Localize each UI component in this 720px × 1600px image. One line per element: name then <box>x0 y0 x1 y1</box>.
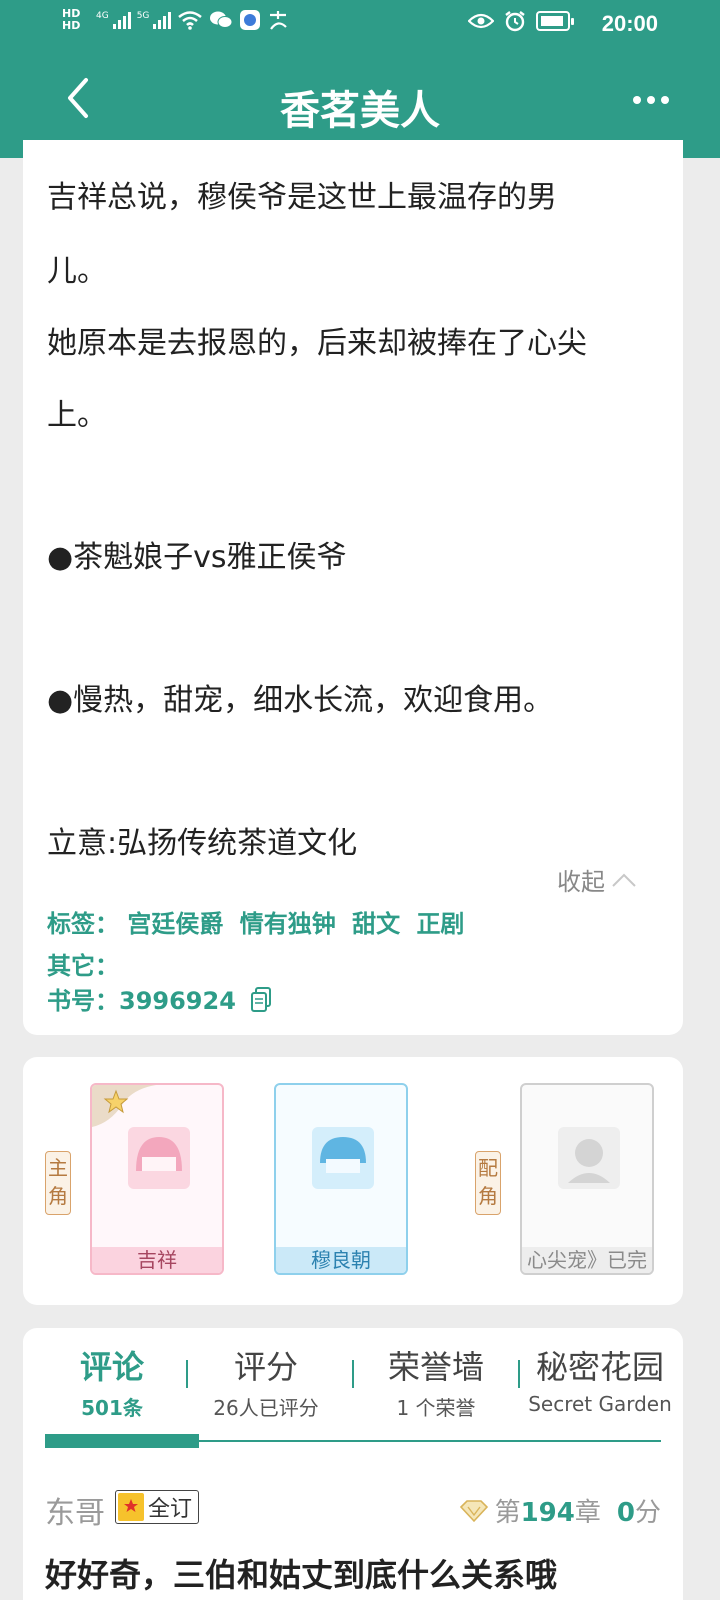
hd-label-2: HD <box>62 19 81 32</box>
book-number-row: 书号：3996924 <box>47 981 272 1016</box>
description-line: ●茶魁娘子vs雅正侯爷 <box>47 540 347 575</box>
score-suffix: 分 <box>634 1498 661 1528</box>
tab-secret-garden[interactable]: 秘密花园 Secret Garden <box>521 1342 679 1416</box>
tab-title: 评论 <box>79 1348 144 1386</box>
eye-icon <box>468 13 494 29</box>
comment-username[interactable]: 东哥 <box>45 1488 105 1532</box>
diamond-icon <box>459 1499 488 1522</box>
alipay-icon <box>270 11 288 30</box>
chevron-up-icon <box>612 873 636 887</box>
signal-icon-2: 5G <box>137 11 172 29</box>
network-type-2: 5G <box>136 11 150 21</box>
hd-indicator: HD HD <box>62 8 90 32</box>
tab-ratings[interactable]: 评分 26人已评分 <box>199 1342 333 1421</box>
comment-score: 0 <box>616 1498 635 1528</box>
character-card-muliangchao[interactable]: 穆良朝 <box>274 1083 408 1275</box>
subscription-badge: 全订 <box>115 1490 200 1524</box>
status-left: HD HD 4G 5G <box>62 8 289 32</box>
tab-subtitle: 26人已评分 <box>213 1396 319 1420</box>
book-number-value: 3996924 <box>119 987 236 1015</box>
bookmark-icon <box>118 1493 144 1521</box>
character-card-jixiang[interactable]: 吉祥 <box>90 1083 224 1275</box>
support-role-label: 配角 <box>475 1151 501 1215</box>
main-role-label: 主角 <box>45 1151 71 1215</box>
star-icon <box>92 1085 156 1127</box>
battery-icon <box>536 11 574 31</box>
collapse-label: 收起 <box>557 868 605 896</box>
character-name: 吉祥 <box>92 1247 222 1273</box>
tags-row: 标签： 宫廷侯爵 情有独钟 甜文 正剧 <box>47 904 472 939</box>
avatar <box>312 1127 374 1189</box>
tab-comments[interactable]: 评论 501条 <box>45 1342 179 1421</box>
chapter-prefix: 第 <box>494 1498 521 1528</box>
clock: 20:00 <box>601 11 658 36</box>
alarm-icon <box>505 11 525 32</box>
tab-subtitle: Secret Garden <box>528 1392 672 1416</box>
character-name: 心尖宠》已完 <box>522 1247 652 1273</box>
description-line: 上。 <box>47 398 107 433</box>
collapse-button[interactable]: 收起 <box>557 862 637 897</box>
app-header: HD HD 4G 5G 20:00 香茗美人 <box>0 0 720 158</box>
character-name: 穆良朝 <box>276 1247 406 1273</box>
avatar <box>128 1127 190 1189</box>
tags-label: 标签： <box>47 910 119 938</box>
tab-separator <box>352 1360 354 1388</box>
avatar <box>558 1127 620 1189</box>
tab-subtitle: 501条 <box>81 1396 143 1420</box>
characters-card: 主角 吉祥 穆良朝 配角 心尖宠》已完 <box>23 1057 683 1305</box>
wechat-icon <box>210 11 233 28</box>
tab-subtitle: 1 个荣誉 <box>396 1396 476 1420</box>
comment-text: 好好奇，三伯和姑丈到底什么关系哦 <box>45 1556 558 1594</box>
tab-title: 评分 <box>233 1348 298 1386</box>
comment-chapter-info: 第194章 0分 <box>459 1492 661 1529</box>
description-line: 立意:弘扬传统茶道文化 <box>47 826 358 861</box>
badge-label: 全订 <box>148 1497 193 1522</box>
wifi-icon <box>178 11 203 30</box>
book-number-label: 书号： <box>47 987 119 1015</box>
character-card-support[interactable]: 心尖宠》已完 <box>520 1083 654 1275</box>
browser-icon <box>240 10 261 30</box>
network-type-1: 4G <box>96 11 109 21</box>
tab-active-indicator <box>45 1434 199 1448</box>
description-line: 吉祥总说，穆侯爷是这世上最温存的男 <box>47 180 557 215</box>
tab-separator <box>518 1360 520 1388</box>
signal-icon-1: 4G <box>96 11 131 29</box>
description-line: 儿。 <box>47 254 107 289</box>
tag-link[interactable]: 甜文 <box>352 910 400 938</box>
more-options-icon[interactable] <box>626 82 676 118</box>
status-bar: HD HD 4G 5G 20:00 <box>0 0 720 50</box>
tab-separator <box>186 1360 188 1388</box>
tag-link[interactable]: 正剧 <box>416 910 464 938</box>
tab-honor-wall[interactable]: 荣誉墙 1 个荣誉 <box>369 1342 503 1421</box>
tab-title: 秘密花园 <box>535 1348 664 1386</box>
other-label: 其它： <box>47 952 119 980</box>
page-title: 香茗美人 <box>280 88 440 134</box>
description-card: 吉祥总说，穆侯爷是这世上最温存的男 儿。 她原本是去报恩的，后来却被捧在了心尖 … <box>23 140 683 1035</box>
copy-icon[interactable] <box>250 987 272 1013</box>
tag-link[interactable]: 情有独钟 <box>240 910 336 938</box>
nav-bar: 香茗美人 <box>0 60 720 150</box>
other-row: 其它： <box>47 946 119 981</box>
status-right <box>468 10 574 32</box>
description-line: ●慢热，甜宠，细水长流，欢迎食用。 <box>47 683 554 718</box>
tab-title: 荣誉墙 <box>387 1348 484 1386</box>
tag-link[interactable]: 宫廷侯爵 <box>127 910 223 938</box>
description-line: 她原本是去报恩的，后来却被捧在了心尖 <box>47 326 587 361</box>
chapter-number: 194 <box>520 1498 575 1528</box>
chapter-suffix: 章 <box>574 1498 601 1528</box>
